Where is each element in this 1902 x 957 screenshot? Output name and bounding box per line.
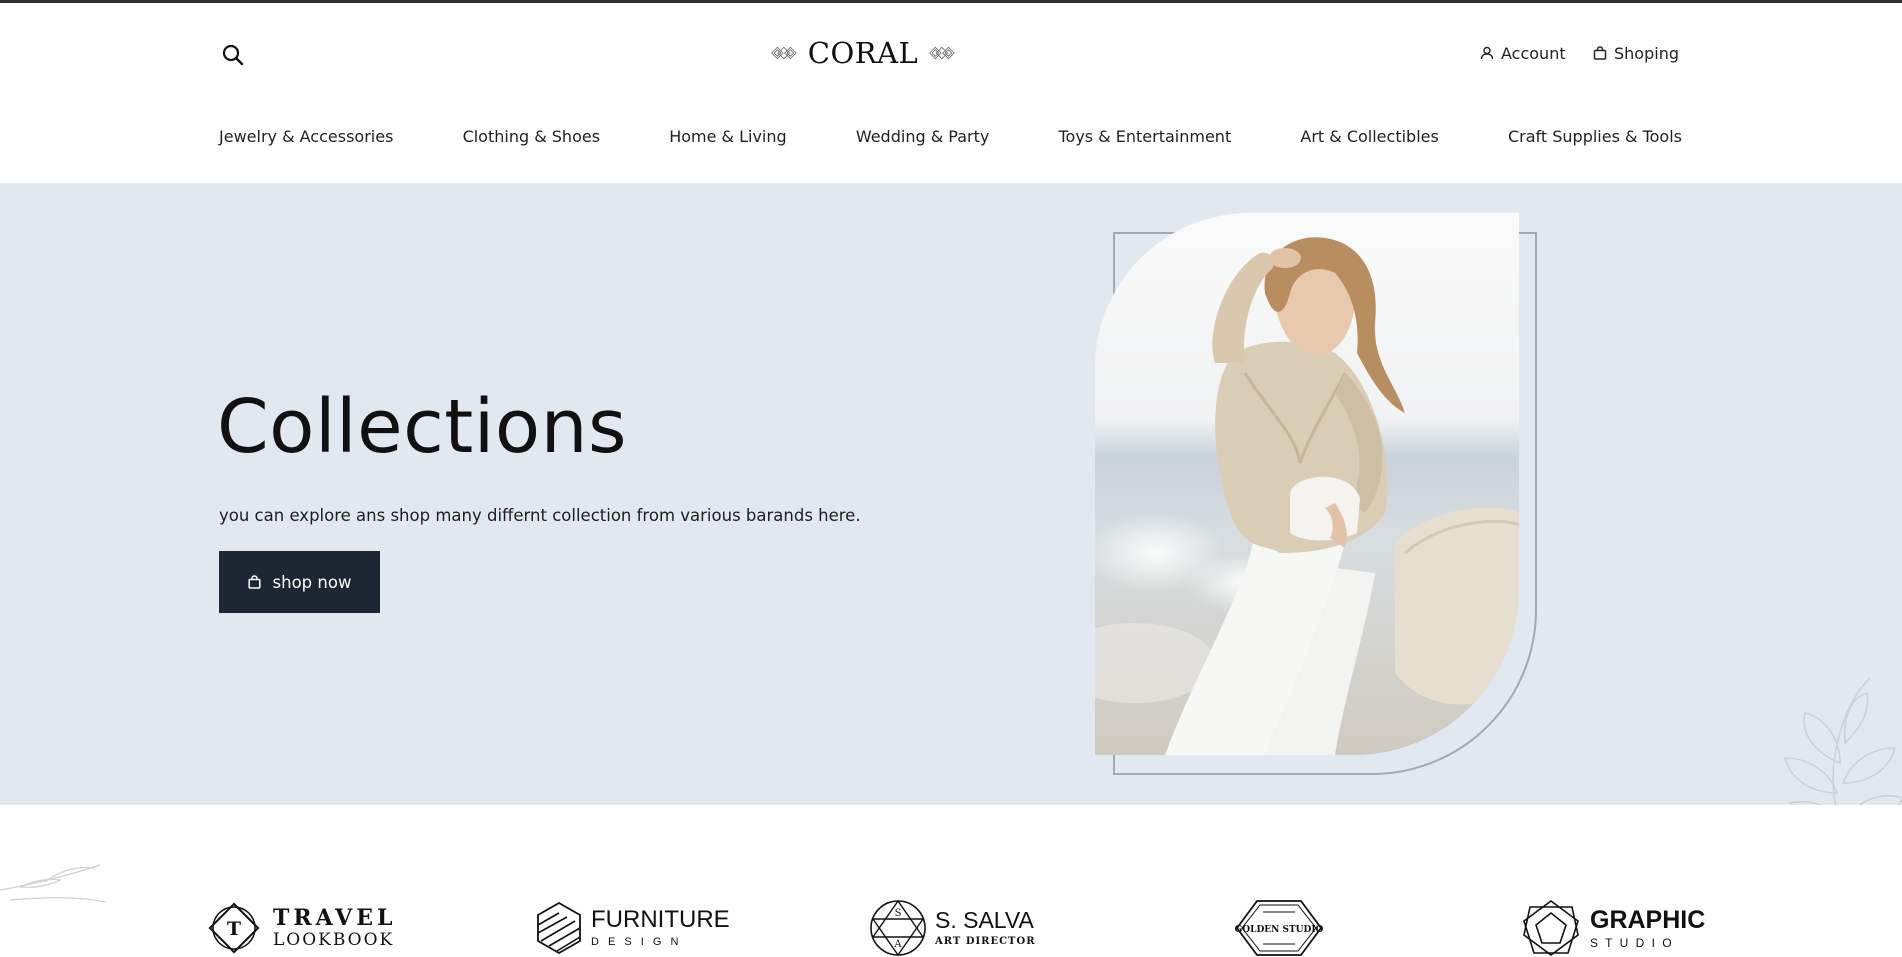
search-button[interactable] xyxy=(219,41,247,69)
octagon-badge-logo: GOLDEN STUDIO xyxy=(1235,900,1324,956)
golden-studio-text: GOLDEN STUDIO xyxy=(1235,925,1324,935)
brand-salva-line1: S. SALVA xyxy=(935,907,1034,933)
main-nav: Jewelry & Accessories Clothing & Shoes H… xyxy=(219,127,1682,146)
site-logo[interactable]: CORAL xyxy=(770,33,956,73)
brand-salva-line2: ART DIRECTOR xyxy=(935,936,1036,947)
leaf-ornament-right xyxy=(1783,677,1902,805)
model-photo-illustration xyxy=(1095,213,1519,755)
brand-furniture-line2: D E S I G N xyxy=(591,936,682,948)
nav-item-jewelry[interactable]: Jewelry & Accessories xyxy=(219,127,393,146)
circle-triangles-logo: S A xyxy=(870,899,926,957)
nav-item-clothing[interactable]: Clothing & Shoes xyxy=(463,127,600,146)
brand-golden-studio[interactable]: GOLDEN STUDIO xyxy=(1233,897,1325,957)
brand-travel-line1: TRAVEL xyxy=(273,905,397,931)
travel-mark: T xyxy=(227,918,241,940)
cart-link[interactable]: Shoping xyxy=(1593,39,1679,67)
brand-furniture-line1: FURNITURE xyxy=(591,906,730,933)
brand-travel-lookbook[interactable]: T TRAVEL LOOKBOOK xyxy=(203,897,396,957)
diamond-t-logo: T xyxy=(208,902,260,954)
nav-item-craft[interactable]: Craft Supplies & Tools xyxy=(1508,127,1682,146)
hexagon-stripes-logo xyxy=(537,901,581,955)
brand-s-salva[interactable]: S A S. SALVA ART DIRECTOR xyxy=(869,897,1036,957)
nav-item-toys[interactable]: Toys & Entertainment xyxy=(1058,127,1231,146)
geometric-star-logo xyxy=(1523,900,1579,956)
brand-graphic-line2: S T U D I O xyxy=(1590,935,1674,950)
salva-mark-bottom: A xyxy=(893,939,902,950)
hero-subtitle: you can explore ans shop many differnt c… xyxy=(219,506,861,525)
shop-now-button[interactable]: shop now xyxy=(219,551,380,613)
hero-model-photo xyxy=(1095,213,1519,755)
logo-text: CORAL xyxy=(807,36,919,70)
salva-mark-top: S xyxy=(895,908,902,919)
diamond-ornament-left xyxy=(771,46,797,60)
bag-icon xyxy=(247,575,261,589)
leaf-ornament-left xyxy=(0,864,106,903)
brand-graphic-studio[interactable]: GRAPHIC S T U D I O xyxy=(1520,897,1705,957)
site-header: CORAL Account Shoping Jewelry & Accessor… xyxy=(0,3,1902,183)
user-icon xyxy=(1480,46,1494,60)
brand-graphic-line1: GRAPHIC xyxy=(1590,905,1706,934)
brand-furniture-design[interactable]: FURNITURE D E S I G N xyxy=(535,897,730,957)
account-label: Account xyxy=(1501,43,1566,63)
nav-item-home-living[interactable]: Home & Living xyxy=(669,127,786,146)
search-icon xyxy=(222,44,244,66)
shop-now-label: shop now xyxy=(272,572,352,592)
diamond-ornament-right xyxy=(929,46,955,60)
bag-icon xyxy=(1593,46,1607,60)
nav-item-wedding[interactable]: Wedding & Party xyxy=(856,127,989,146)
account-link[interactable]: Account xyxy=(1480,39,1566,67)
brand-logos-strip: T TRAVEL LOOKBOOK FURNITURE D E S I G N … xyxy=(0,805,1902,957)
hero-section: Collections you can explore ans shop man… xyxy=(0,183,1902,805)
nav-item-art[interactable]: Art & Collectibles xyxy=(1300,127,1438,146)
hero-title: Collections xyxy=(217,384,628,470)
brand-travel-line2: LOOKBOOK xyxy=(273,930,395,950)
cart-label: Shoping xyxy=(1614,43,1679,63)
